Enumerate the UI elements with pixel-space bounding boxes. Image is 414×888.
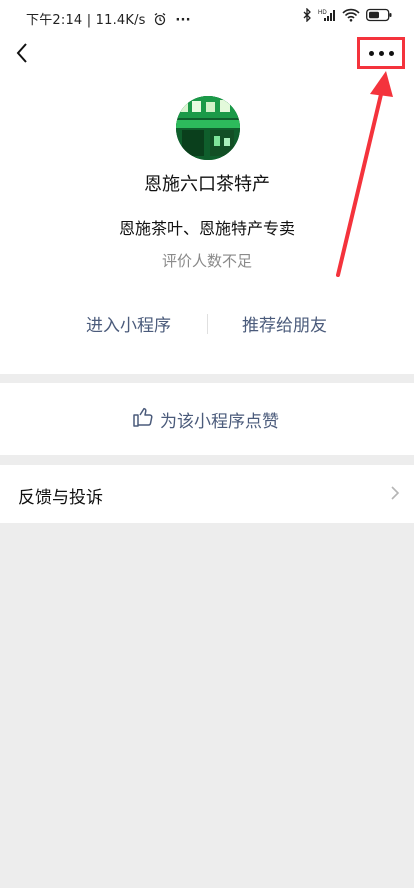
chevron-right-icon [390, 485, 400, 505]
mini-program-description: 恩施茶叶、恩施特产专卖 [118, 219, 295, 238]
enter-mini-program-link[interactable]: 进入小程序 [86, 311, 171, 336]
status-left: 下午2:14 | 11.4K/s ··· [26, 9, 191, 28]
more-dot [378, 50, 384, 56]
more-icon[interactable] [357, 37, 405, 69]
mini-program-name: 恩施六口茶特产 [144, 174, 270, 195]
battery-icon [366, 8, 392, 26]
wifi-icon [342, 8, 360, 26]
recommend-to-friend-link[interactable]: 推荐给朋友 [242, 311, 327, 336]
back-arrow-icon[interactable] [12, 40, 34, 66]
mini-program-profile: 恩施六口茶特产 恩施茶叶、恩施特产专卖 评价人数不足 进入小程序 推荐给朋友 [0, 74, 414, 374]
like-button[interactable]: 为该小程序点赞 [132, 406, 279, 433]
avatar [176, 96, 240, 160]
status-bar: 下午2:14 | 11.4K/s ··· HD [0, 0, 414, 34]
thumbs-up-icon [132, 406, 154, 433]
divider [207, 314, 208, 334]
rating-text: 评价人数不足 [161, 252, 252, 270]
hd-signal-icon: HD [318, 8, 336, 26]
bluetooth-icon [303, 7, 312, 26]
more-dot [388, 50, 394, 56]
feedback-row[interactable]: 反馈与投诉 [0, 465, 414, 523]
status-time-speed: 下午2:14 | 11.4K/s [26, 13, 146, 28]
svg-text:HD: HD [318, 10, 327, 16]
alarm-icon [150, 12, 171, 28]
feedback-label: 反馈与投诉 [18, 488, 103, 508]
nav-bar [0, 34, 414, 74]
like-section: 为该小程序点赞 [0, 383, 414, 455]
more-dot [368, 50, 374, 56]
like-label: 为该小程序点赞 [160, 412, 279, 432]
more-dots-icon: ··· [175, 13, 191, 28]
action-row: 进入小程序 推荐给朋友 [0, 311, 414, 337]
status-right: HD [303, 7, 392, 26]
